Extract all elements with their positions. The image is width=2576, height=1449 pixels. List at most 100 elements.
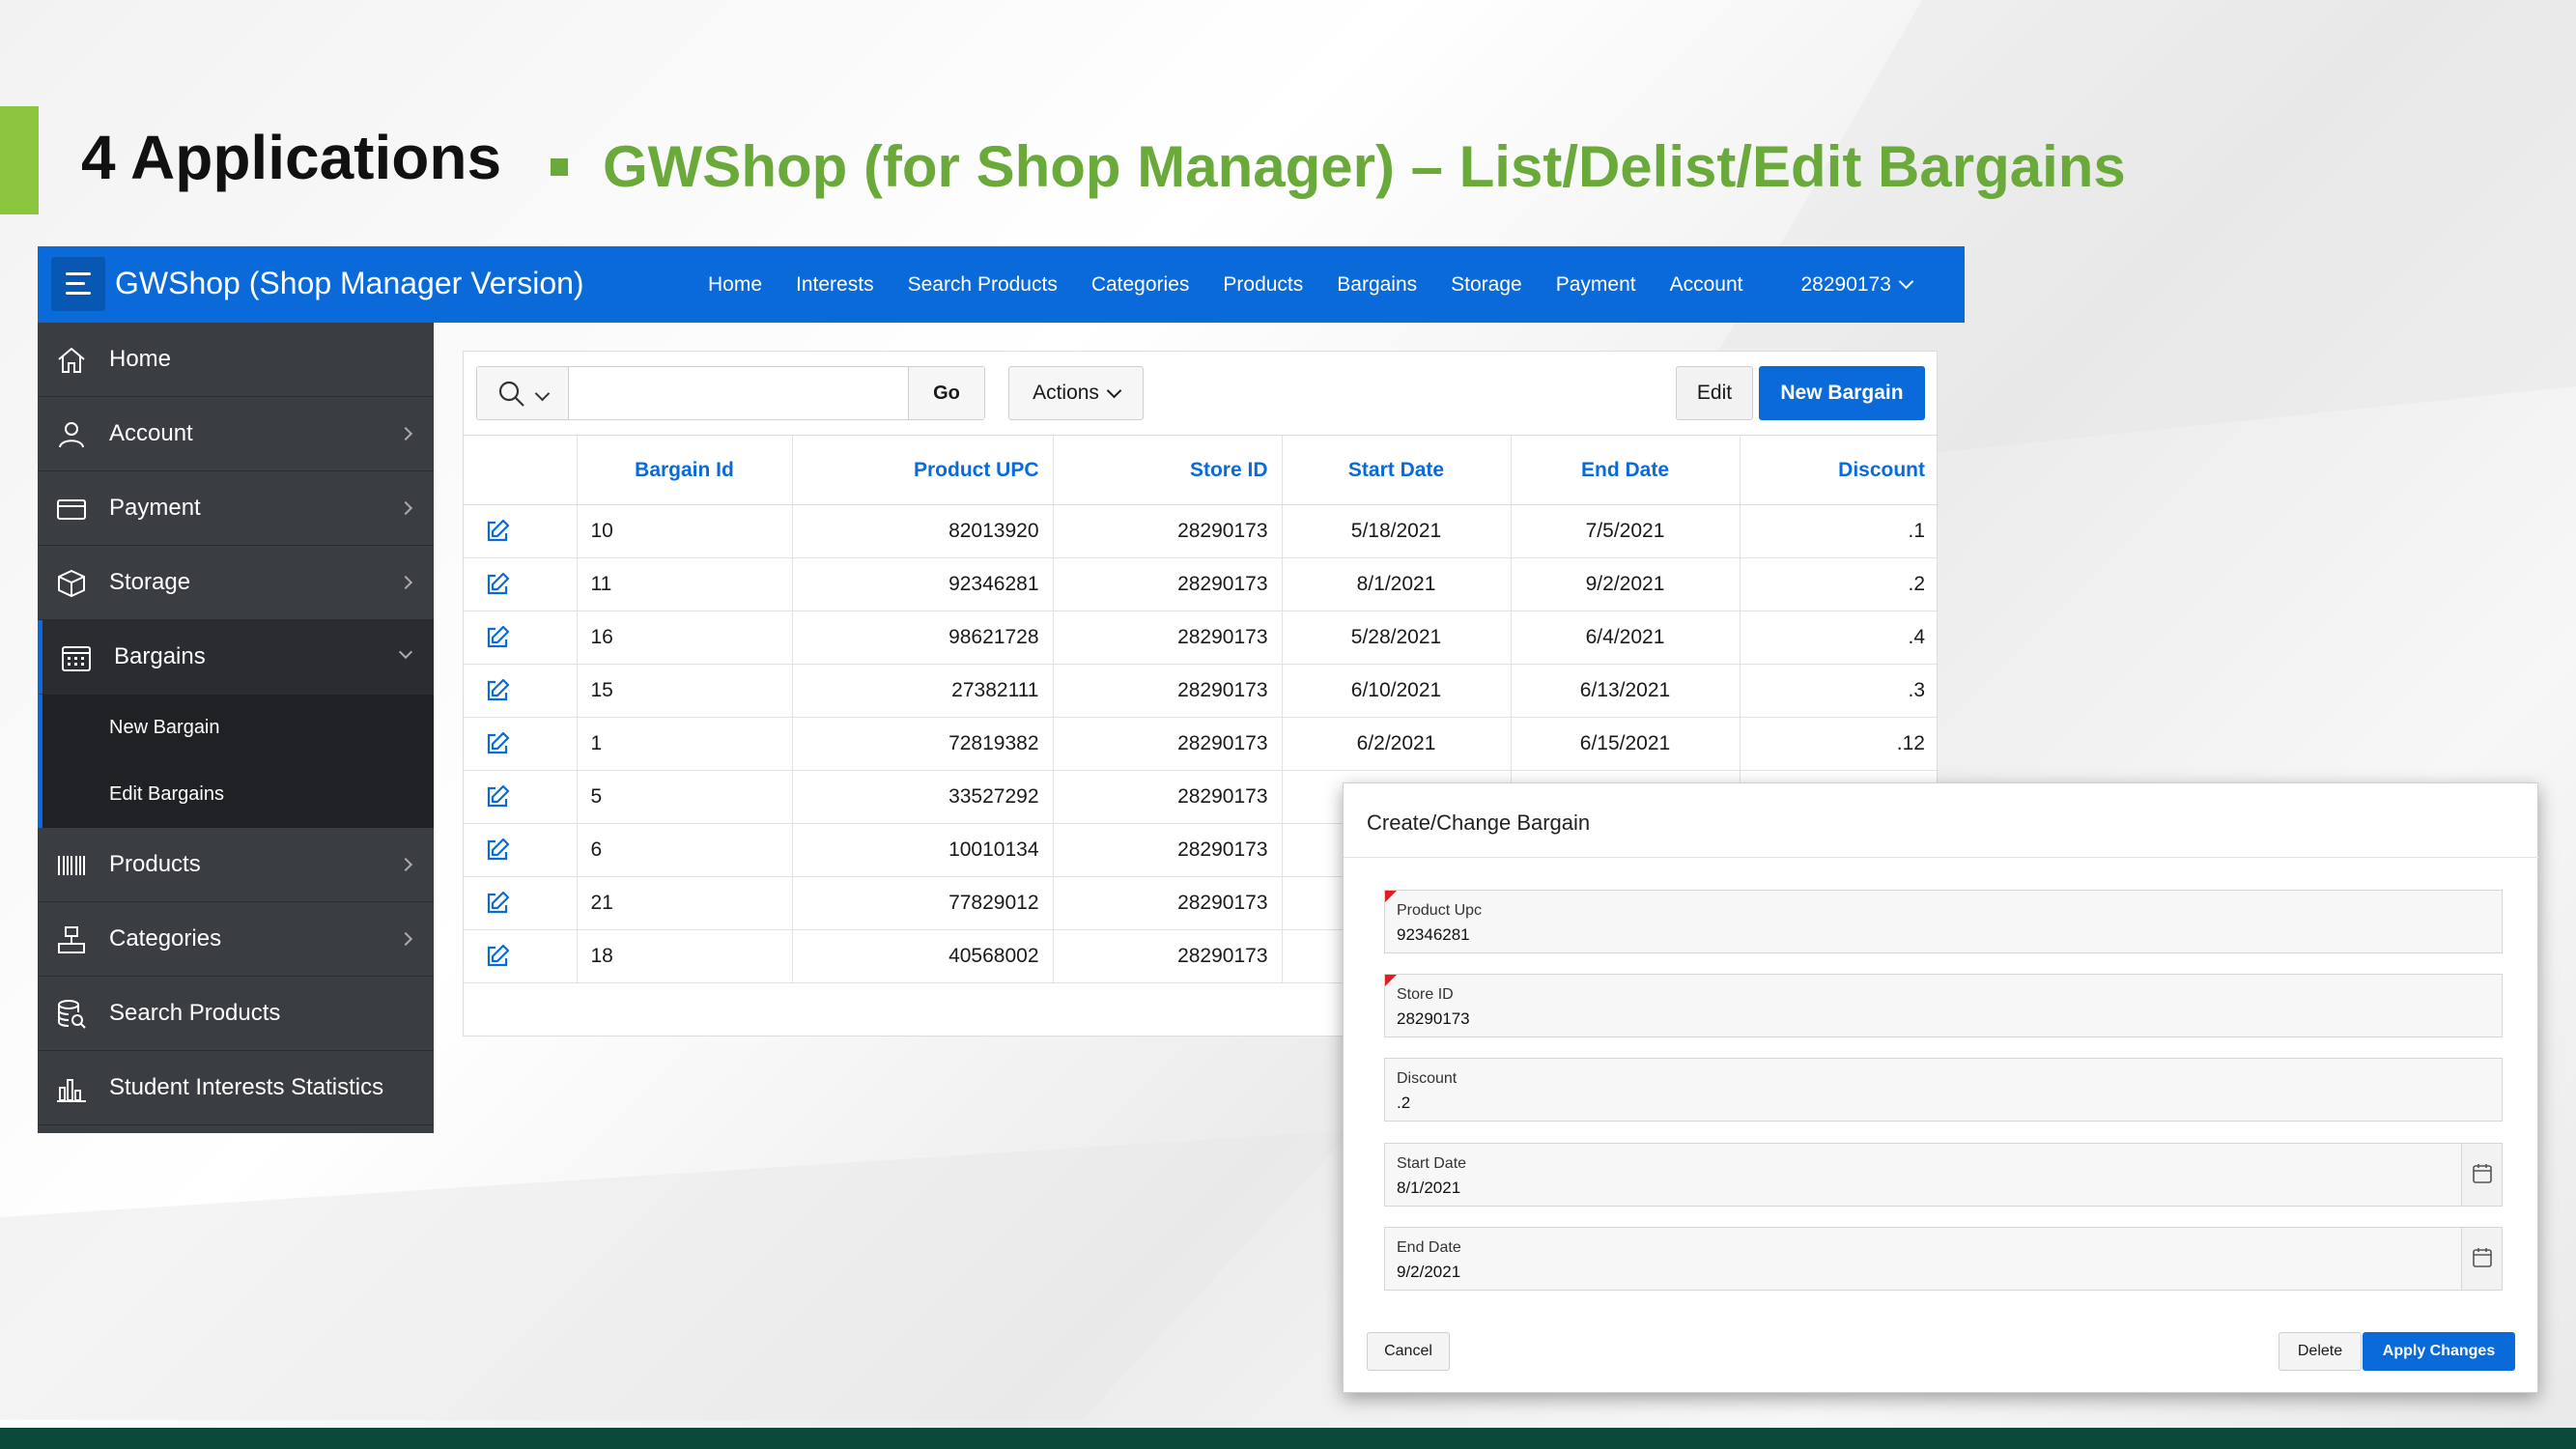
column-header[interactable]: End Date: [1511, 435, 1741, 505]
sidebar-item-categories[interactable]: Categories: [38, 902, 434, 977]
table-cell: 18: [577, 929, 793, 983]
nav-item-search-products[interactable]: Search Products: [908, 273, 1058, 297]
row-edit-cell[interactable]: [464, 717, 578, 771]
chevron-right-icon: [398, 931, 413, 947]
row-edit-cell[interactable]: [464, 876, 578, 930]
table-cell: 28290173: [1053, 611, 1283, 665]
row-edit-cell[interactable]: [464, 929, 578, 983]
end-date-field[interactable]: End Date 9/2/2021: [1384, 1227, 2503, 1291]
row-edit-cell[interactable]: [464, 664, 578, 718]
nav-item-products[interactable]: Products: [1223, 273, 1303, 297]
search-bar: Go: [476, 366, 985, 420]
menu-toggle-icon[interactable]: [51, 257, 105, 311]
sidebar-item-payment[interactable]: Payment: [38, 471, 434, 546]
delete-button[interactable]: Delete: [2279, 1332, 2362, 1371]
table-cell: .2: [1740, 557, 1939, 611]
sidebar-item-account[interactable]: Account: [38, 397, 434, 471]
row-edit-cell[interactable]: [464, 823, 578, 877]
table-row: 10 82013920 28290173 5/18/2021 7/5/2021.1: [464, 504, 1939, 558]
required-marker-icon: [1385, 975, 1397, 986]
calendar-icon: [62, 646, 91, 671]
chevron-right-icon: [398, 575, 413, 590]
background-shape: [0, 1130, 1352, 1420]
table-cell: 82013920: [792, 504, 1054, 558]
product-upc-field[interactable]: Product Upc 92346281: [1384, 890, 2503, 953]
nav-item-interests[interactable]: Interests: [796, 273, 874, 297]
row-edit-cell[interactable]: [464, 557, 578, 611]
sidebar-subitem-edit-bargains[interactable]: Edit Bargains: [38, 761, 434, 828]
search-column-selector[interactable]: [477, 367, 569, 419]
new-bargain-button[interactable]: New Bargain: [1759, 366, 1925, 420]
row-edit-cell[interactable]: [464, 504, 578, 558]
sidebar-item-products[interactable]: Products: [38, 828, 434, 902]
row-edit-cell[interactable]: [464, 611, 578, 665]
table-cell: 6/13/2021: [1511, 664, 1741, 718]
table-cell: 21: [577, 876, 793, 930]
edit-pencil-icon[interactable]: [484, 677, 511, 704]
bar-chart-icon: [57, 1079, 86, 1102]
edit-pencil-icon[interactable]: [484, 730, 511, 757]
column-header[interactable]: Store ID: [1053, 435, 1283, 505]
nav-item-home[interactable]: Home: [708, 273, 762, 297]
apply-changes-button[interactable]: Apply Changes: [2363, 1332, 2515, 1371]
store-id-field[interactable]: Store ID 28290173: [1384, 974, 2503, 1037]
table-cell: .3: [1740, 664, 1939, 718]
edit-pencil-icon[interactable]: [484, 783, 511, 810]
nav-item-payment[interactable]: Payment: [1556, 273, 1636, 297]
start-date-field[interactable]: Start Date 8/1/2021: [1384, 1143, 2503, 1207]
user-icon: [59, 422, 84, 448]
search-input[interactable]: [570, 367, 907, 419]
table-cell: 28290173: [1053, 929, 1283, 983]
row-edit-cell[interactable]: [464, 770, 578, 824]
field-value[interactable]: 28290173: [1397, 1009, 1470, 1029]
sidebar-item-home[interactable]: Home: [38, 323, 434, 397]
table-cell: 6/10/2021: [1282, 664, 1512, 718]
nav-item-account[interactable]: Account: [1670, 273, 1743, 297]
calendar-picker-button[interactable]: [2461, 1228, 2502, 1290]
sidebar-item-student-interests-statistics[interactable]: Student Interests Statistics: [38, 1051, 434, 1125]
slide-title: 4 Applications: [81, 123, 502, 192]
table-cell: 98621728: [792, 611, 1054, 665]
column-header[interactable]: Start Date: [1282, 435, 1512, 505]
edit-pencil-icon[interactable]: [484, 571, 511, 598]
column-header[interactable]: Discount: [1740, 435, 1939, 505]
slide-accent-bar: [0, 106, 39, 214]
sidebar-item-search-products[interactable]: Search Products: [38, 977, 434, 1051]
table-cell: 28290173: [1053, 664, 1283, 718]
table-cell: 6/15/2021: [1511, 717, 1741, 771]
field-value[interactable]: 9/2/2021: [1397, 1263, 1460, 1282]
column-header[interactable]: Bargain Id: [577, 435, 793, 505]
field-label: End Date: [1397, 1239, 1461, 1256]
nav-item-categories[interactable]: Categories: [1091, 273, 1190, 297]
table-cell: 15: [577, 664, 793, 718]
edit-pencil-icon[interactable]: [484, 890, 511, 917]
sidebar-item-label: Bargains: [114, 643, 206, 669]
edit-button[interactable]: Edit: [1676, 366, 1753, 420]
edit-pencil-icon[interactable]: [484, 518, 511, 545]
sidebar-subitem-new-bargain[interactable]: New Bargain: [38, 695, 434, 761]
table-header-row: Bargain Id Product UPC Store ID Start Da…: [464, 435, 1939, 505]
field-label: Start Date: [1397, 1155, 1467, 1172]
go-button[interactable]: Go: [908, 367, 984, 419]
field-value[interactable]: 92346281: [1397, 925, 1470, 945]
edit-pencil-icon[interactable]: [484, 624, 511, 651]
edit-pencil-icon[interactable]: [484, 943, 511, 970]
table-cell: 33527292: [792, 770, 1054, 824]
app-title[interactable]: GWShop (Shop Manager Version): [115, 266, 584, 301]
sidebar-item-storage[interactable]: Storage: [38, 546, 434, 620]
field-value[interactable]: .2: [1397, 1094, 1410, 1113]
actions-menu-button[interactable]: Actions: [1008, 366, 1144, 420]
column-header[interactable]: Product UPC: [792, 435, 1054, 505]
discount-field[interactable]: Discount .2: [1384, 1058, 2503, 1122]
edit-pencil-icon[interactable]: [484, 837, 511, 864]
chevron-down-icon: [398, 644, 413, 660]
calendar-picker-button[interactable]: [2461, 1144, 2502, 1206]
sidebar-item-bargains[interactable]: Bargains: [38, 620, 434, 695]
user-menu[interactable]: 28290173: [1800, 273, 1914, 297]
nav-item-bargains[interactable]: Bargains: [1337, 273, 1417, 297]
sidebar-item-label: Storage: [109, 569, 191, 595]
nav-item-storage[interactable]: Storage: [1451, 273, 1522, 297]
sidebar-item-label: Home: [109, 346, 172, 372]
cancel-button[interactable]: Cancel: [1367, 1332, 1450, 1371]
field-value[interactable]: 8/1/2021: [1397, 1179, 1460, 1198]
